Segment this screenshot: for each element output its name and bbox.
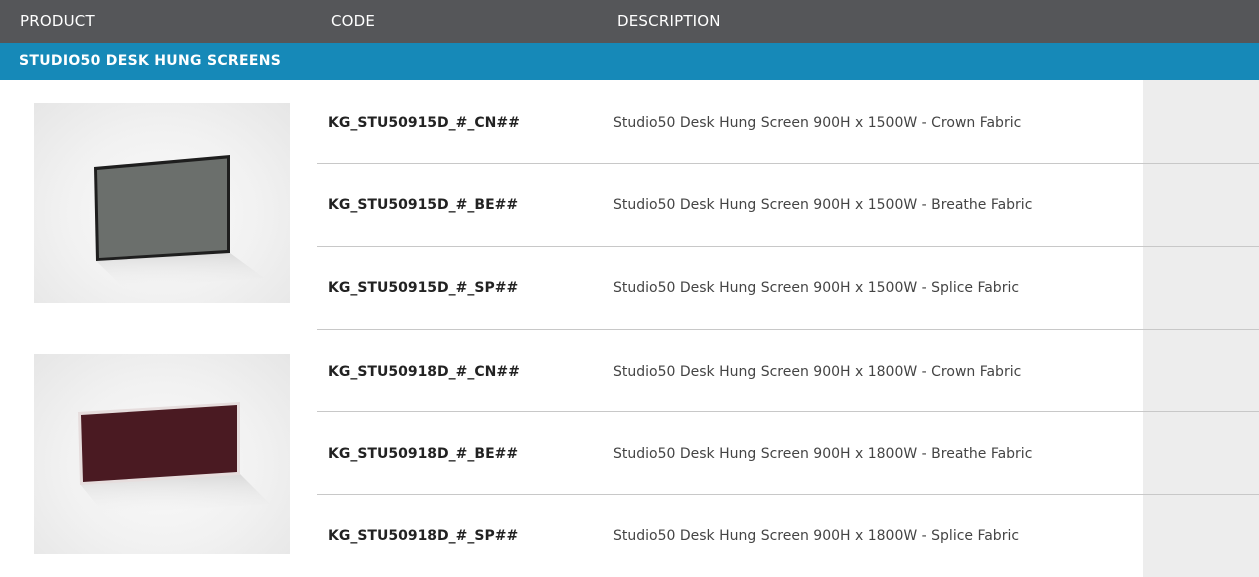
- table-row: KG_STU50915D_#_BE## Studio50 Desk Hung S…: [317, 164, 1259, 246]
- table-header: PRODUCT CODE DESCRIPTION: [0, 0, 1259, 43]
- table-row: KG_STU50918D_#_CN## Studio50 Desk Hung S…: [317, 331, 1259, 413]
- header-product: PRODUCT: [20, 12, 95, 30]
- section-header: STUDIO50 DESK HUNG SCREENS: [0, 43, 1259, 80]
- product-code: KG_STU50918D_#_SP##: [328, 528, 519, 544]
- header-description: DESCRIPTION: [617, 12, 721, 30]
- product-code: KG_STU50918D_#_CN##: [328, 364, 520, 380]
- product-description: Studio50 Desk Hung Screen 900H x 1800W -…: [613, 528, 1020, 544]
- product-code: KG_STU50918D_#_BE##: [328, 446, 519, 462]
- section-title: STUDIO50 DESK HUNG SCREENS: [19, 53, 282, 69]
- product-code: KG_STU50915D_#_BE##: [328, 197, 519, 213]
- product-image-1: [34, 103, 290, 303]
- table-row: KG_STU50918D_#_SP## Studio50 Desk Hung S…: [317, 495, 1259, 577]
- screen-panel-grey-fabric: [97, 158, 227, 258]
- product-description: Studio50 Desk Hung Screen 900H x 1800W -…: [613, 446, 1033, 462]
- table-row: KG_STU50915D_#_CN## Studio50 Desk Hung S…: [317, 82, 1259, 164]
- burgundy-screen-panel-icon: [78, 402, 270, 514]
- product-description: Studio50 Desk Hung Screen 900H x 1800W -…: [613, 364, 1022, 380]
- screen-panel-burgundy: [81, 405, 237, 482]
- product-description: Studio50 Desk Hung Screen 900H x 1500W -…: [613, 115, 1022, 131]
- row-divider: [317, 411, 1259, 412]
- product-description: Studio50 Desk Hung Screen 900H x 1500W -…: [613, 197, 1033, 213]
- product-description: Studio50 Desk Hung Screen 900H x 1500W -…: [613, 280, 1020, 296]
- product-code: KG_STU50915D_#_SP##: [328, 280, 519, 296]
- product-image-2: [34, 354, 290, 554]
- row-divider: [317, 329, 1259, 330]
- product-code: KG_STU50915D_#_CN##: [328, 115, 520, 131]
- table-row: KG_STU50918D_#_BE## Studio50 Desk Hung S…: [317, 413, 1259, 495]
- table-row: KG_STU50915D_#_SP## Studio50 Desk Hung S…: [317, 247, 1259, 329]
- grey-screen-panel-icon: [94, 155, 264, 288]
- header-code: CODE: [331, 12, 376, 30]
